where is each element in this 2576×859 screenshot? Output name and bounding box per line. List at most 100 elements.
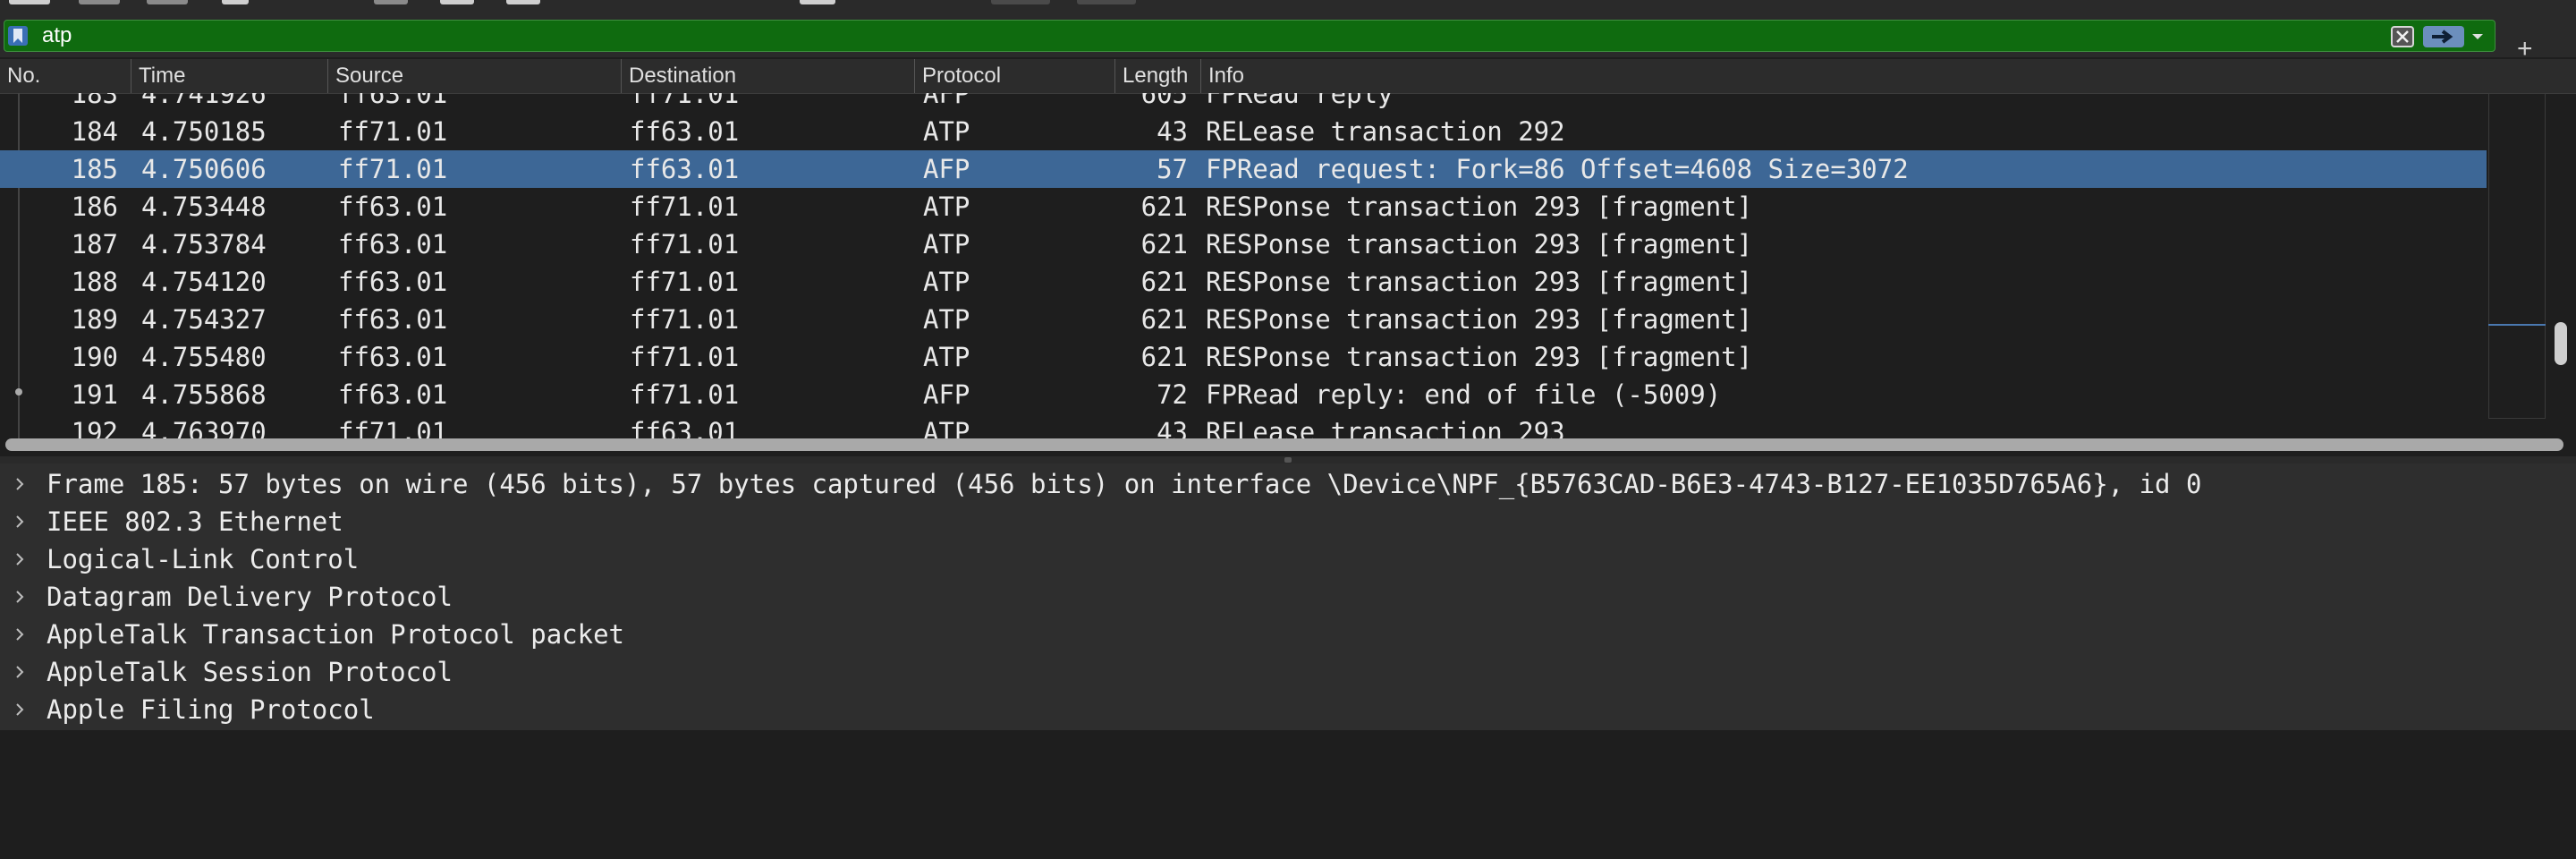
packet-cell-info: RESPonse transaction 293 [fragment] (1206, 304, 1753, 335)
column-header-info[interactable]: Info (1200, 59, 2453, 93)
chevron-right-icon[interactable] (14, 589, 25, 609)
packet-cell-time: 4.753448 (141, 191, 267, 222)
toolbar-button[interactable] (147, 0, 188, 4)
packet-cell-info: RELease transaction 292 (1206, 116, 1565, 147)
packet-row[interactable]: 191 4.755868 ff63.01 ff71.01 AFP 72 FPRead rep… (0, 376, 2487, 413)
detail-tree-item[interactable]: IEEE 802.3 Ethernet (0, 503, 2576, 540)
packet-details-pane: Frame 185: 57 bytes on wire (456 bits), … (0, 464, 2576, 859)
packet-cell-time: 4.754327 (141, 304, 267, 335)
main-toolbar (0, 0, 2576, 16)
packet-row[interactable]: 187 4.753784 ff63.01 ff71.01 ATP 621 RESPonse … (0, 225, 2487, 263)
packet-rows: 183 4.741926 ff63.01 ff71.01 AFP 605 FPRead re… (0, 93, 2487, 442)
detail-tree-item[interactable]: Logical-Link Control (0, 540, 2576, 578)
pane-splitter[interactable] (0, 456, 2576, 464)
packet-cell-info: RESPonse transaction 293 [fragment] (1206, 229, 1753, 259)
column-header-length[interactable]: Length (1114, 59, 1200, 93)
toolbar-button[interactable] (374, 0, 408, 4)
toolbar-button[interactable] (1077, 0, 1136, 4)
toolbar-button[interactable] (506, 0, 540, 4)
packet-cell-source: ff63.01 (338, 379, 448, 410)
packet-cell-length: 605 (1140, 93, 1188, 109)
packet-cell-length: 57 (1157, 154, 1188, 184)
detail-tree-label: AppleTalk Session Protocol (47, 657, 453, 687)
detail-tree-item[interactable]: AppleTalk Transaction Protocol packet (0, 616, 2576, 653)
toolbar-button[interactable] (800, 0, 835, 4)
packet-cell-destination: ff71.01 (630, 93, 740, 109)
detail-tree-label: AppleTalk Transaction Protocol packet (47, 619, 625, 650)
packet-row[interactable]: 186 4.753448 ff63.01 ff71.01 ATP 621 RESPonse … (0, 188, 2487, 225)
packet-cell-info: RESPonse transaction 293 [fragment] (1206, 267, 1753, 297)
minimap-selected-marker (2488, 324, 2546, 326)
packet-row[interactable]: 183 4.741926 ff63.01 ff71.01 AFP 605 FPRead re… (0, 93, 2487, 113)
splitter-handle[interactable] (1284, 457, 1292, 463)
packet-cell-length: 72 (1157, 379, 1188, 410)
packet-cell-length: 621 (1140, 304, 1188, 335)
packet-cell-time: 4.750606 (141, 154, 267, 184)
detail-tree-item[interactable]: AppleTalk Session Protocol (0, 653, 2576, 691)
packet-cell-source: ff71.01 (338, 116, 448, 147)
packet-cell-length: 621 (1140, 229, 1188, 259)
filter-text[interactable]: atp (42, 21, 72, 51)
chevron-right-icon[interactable] (14, 626, 25, 647)
packet-cell-destination: ff71.01 (630, 342, 740, 372)
packet-cell-no: 186 (71, 191, 118, 222)
packet-cell-info: FPRead reply (1206, 93, 1394, 109)
packet-cell-info: RESPonse transaction 293 [fragment] (1206, 342, 1753, 372)
packet-cell-destination: ff71.01 (630, 267, 740, 297)
column-header-destination[interactable]: Destination (621, 59, 914, 93)
packet-cell-time: 4.754120 (141, 267, 267, 297)
chevron-right-icon[interactable] (14, 664, 25, 685)
toolbar-button[interactable] (9, 0, 50, 4)
packet-cell-time: 4.753784 (141, 229, 267, 259)
bookmark-icon[interactable] (8, 26, 28, 46)
packet-cell-length: 43 (1157, 116, 1188, 147)
toolbar-button[interactable] (79, 0, 120, 4)
packet-cell-length: 621 (1140, 267, 1188, 297)
packet-cell-destination: ff71.01 (630, 191, 740, 222)
packet-row[interactable]: 185 4.750606 ff71.01 ff63.01 AFP 57 FPRead req… (0, 150, 2487, 188)
arrow-right-icon[interactable] (2423, 26, 2464, 47)
chevron-right-icon[interactable] (14, 702, 25, 722)
chevron-right-icon[interactable] (14, 551, 25, 572)
detail-tree-item[interactable]: Frame 185: 57 bytes on wire (456 bits), … (0, 465, 2576, 503)
packet-cell-source: ff63.01 (338, 229, 448, 259)
detail-tree-label: IEEE 802.3 Ethernet (47, 506, 343, 537)
detail-tree-item[interactable]: Datagram Delivery Protocol (0, 578, 2576, 616)
packet-row[interactable]: 189 4.754327 ff63.01 ff71.01 ATP 621 RESPonse … (0, 301, 2487, 338)
packet-cell-info: FPRead reply: end of file (-5009) (1206, 379, 1722, 410)
toolbar-button[interactable] (991, 0, 1050, 4)
clear-icon[interactable] (2391, 26, 2414, 47)
toolbar-button[interactable] (222, 0, 249, 4)
column-header-no[interactable]: No. (0, 59, 131, 93)
packet-list-header: No. Time Source Destination Protocol Len… (0, 59, 2576, 94)
column-header-time[interactable]: Time (131, 59, 327, 93)
display-filter-input[interactable]: atp (4, 20, 2496, 52)
packet-row[interactable]: 190 4.755480 ff63.01 ff71.01 ATP 621 RESPonse … (0, 338, 2487, 376)
column-header-source[interactable]: Source (327, 59, 621, 93)
packet-minimap[interactable] (2488, 93, 2546, 419)
packet-cell-destination: ff63.01 (630, 154, 740, 184)
packet-cell-no: 190 (71, 342, 118, 372)
packet-cell-destination: ff71.01 (630, 229, 740, 259)
packet-row[interactable]: 188 4.754120 ff63.01 ff71.01 ATP 621 RESPonse … (0, 263, 2487, 301)
packet-cell-no: 187 (71, 229, 118, 259)
chevron-right-icon[interactable] (14, 476, 25, 497)
packet-cell-length: 621 (1140, 191, 1188, 222)
packet-details-tree: Frame 185: 57 bytes on wire (456 bits), … (0, 464, 2576, 730)
vertical-scrollbar[interactable] (2555, 322, 2567, 365)
packet-cell-source: ff63.01 (338, 304, 448, 335)
packet-list: No. Time Source Destination Protocol Len… (0, 59, 2576, 456)
detail-tree-item[interactable]: Apple Filing Protocol (0, 691, 2576, 728)
packet-row[interactable]: 184 4.750185 ff71.01 ff63.01 ATP 43 RELease tr… (0, 113, 2487, 150)
packet-cell-info: FPRead request: Fork=86 Offset=4608 Size… (1206, 154, 1909, 184)
packet-cell-no: 183 (71, 93, 118, 109)
chevron-down-icon[interactable] (2471, 30, 2484, 46)
packet-cell-destination: ff71.01 (630, 304, 740, 335)
toolbar-button[interactable] (440, 0, 474, 4)
packet-cell-source: ff71.01 (338, 154, 448, 184)
column-header-protocol[interactable]: Protocol (914, 59, 1114, 93)
horizontal-scrollbar[interactable] (5, 438, 2563, 451)
packet-cell-no: 191 (71, 379, 118, 410)
chevron-right-icon[interactable] (14, 514, 25, 534)
packet-cell-length: 621 (1140, 342, 1188, 372)
